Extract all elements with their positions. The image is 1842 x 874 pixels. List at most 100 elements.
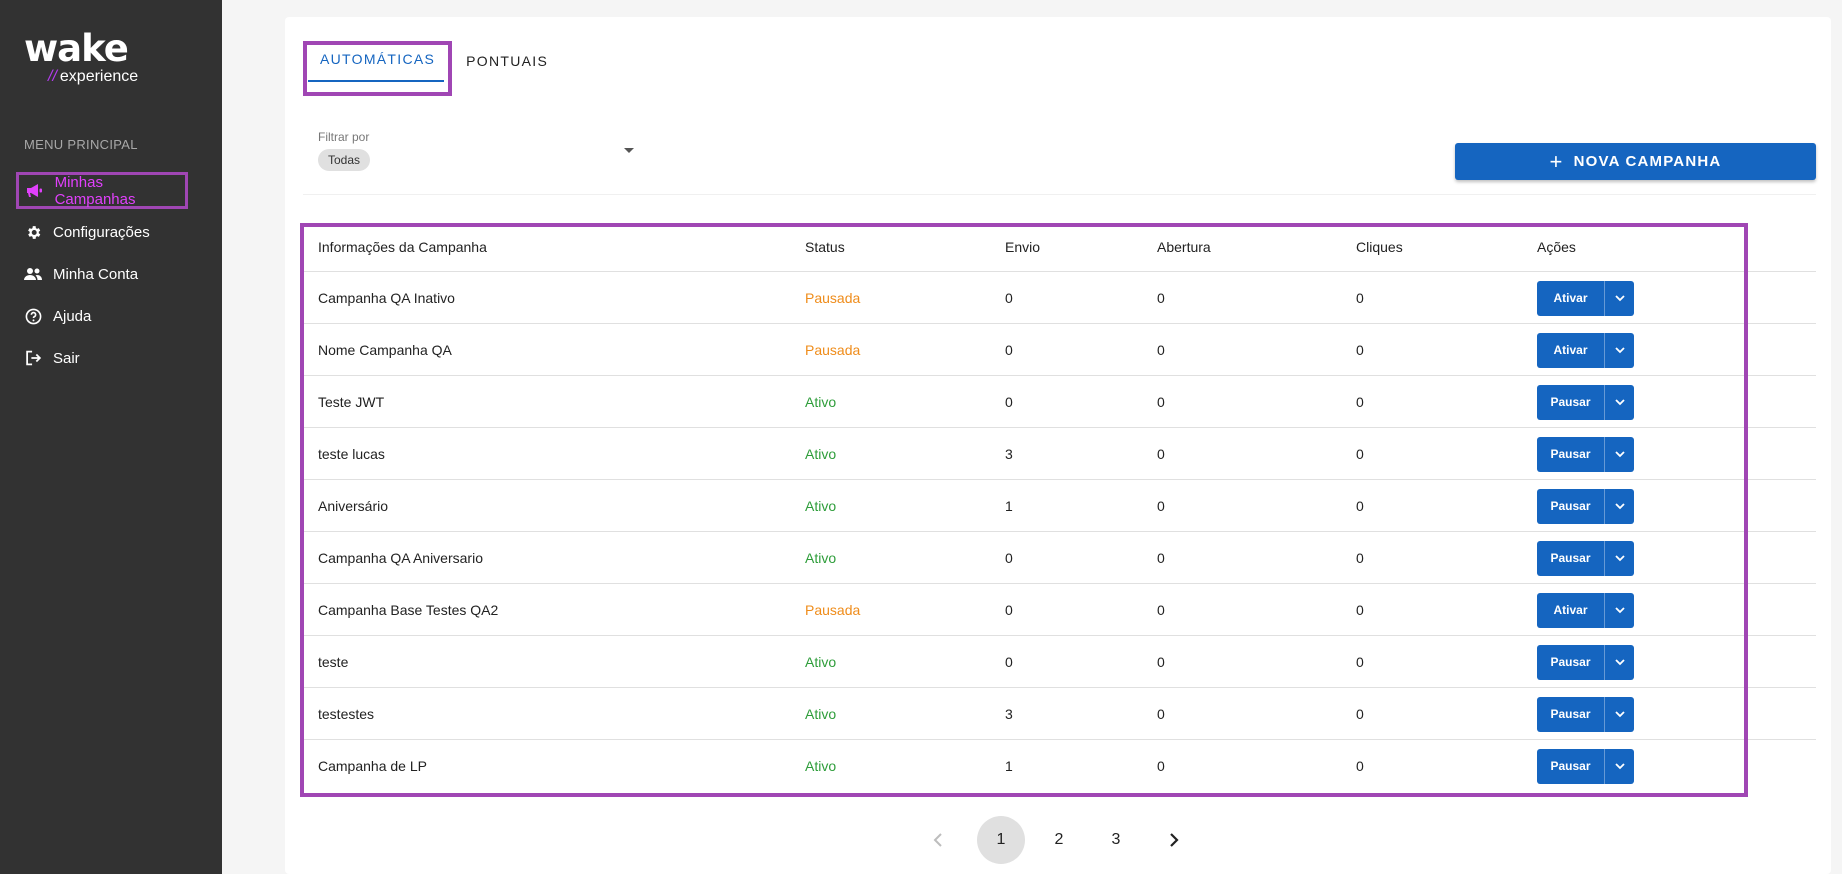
status-text: Ativo [805,758,837,774]
actions-dropdown-button[interactable] [1604,332,1634,368]
chevron-right-icon [1170,833,1179,847]
actions-dropdown-button[interactable] [1604,644,1634,680]
action-label: Pausar [1550,551,1591,565]
actions-dropdown-button[interactable] [1604,488,1634,524]
actions-dropdown-button[interactable] [1604,696,1634,732]
help-circle-icon [24,307,42,325]
envio-value: 0 [1005,550,1013,566]
sidebar-item-label: Sair [53,349,80,367]
sidebar-item-ajuda[interactable]: Ajuda [16,297,216,335]
new-campaign-button[interactable]: + NOVA CAMPANHA [1455,143,1816,180]
chevron-down-icon [1614,346,1625,353]
table-row: Campanha QA Inativo Pausada 0 0 0 Ativar [318,272,1798,324]
action-label: Pausar [1550,447,1591,461]
actions-cell: Pausar [1537,488,1737,524]
actions-cell: Ativar [1537,592,1737,628]
campaign-name: teste lucas [318,446,385,462]
campaign-name: Nome Campanha QA [318,342,452,358]
divider [303,194,1816,195]
chevron-down-icon [1614,294,1625,301]
toggle-campaign-button[interactable]: Ativar [1537,332,1634,368]
table-header: Informações da Campanha Status Envio Abe… [318,235,1798,259]
chevron-down-icon[interactable] [624,148,634,153]
sidebar-item-label: Minha Conta [53,265,139,283]
page-button-2[interactable]: 2 [1035,816,1083,864]
toggle-campaign-button[interactable]: Pausar [1537,696,1634,732]
toggle-campaign-button[interactable]: Pausar [1537,384,1634,420]
table-row: Teste JWT Ativo 0 0 0 Pausar [318,376,1798,428]
page-button-1[interactable]: 1 [977,816,1025,864]
abertura-value: 0 [1157,654,1165,670]
table-row: Aniversário Ativo 1 0 0 Pausar [318,480,1798,532]
envio-value: 3 [1005,446,1013,462]
campaign-tabs: AUTOMÁTICAS PONTUAIS [303,41,562,96]
chevron-down-icon [1614,554,1625,561]
campaign-name: Campanha QA Aniversario [318,550,483,566]
envio-value: 0 [1005,602,1013,618]
tab-pontuais[interactable]: PONTUAIS [452,43,562,91]
actions-cell: Pausar [1537,540,1737,576]
abertura-value: 0 [1157,342,1165,358]
abertura-value: 0 [1157,394,1165,410]
actions-cell: Pausar [1537,436,1737,472]
actions-cell: Ativar [1537,332,1737,368]
toggle-campaign-button[interactable]: Pausar [1537,748,1634,784]
tab-automaticas[interactable]: AUTOMÁTICAS [303,41,453,96]
tab-active-indicator [308,80,445,82]
cliques-value: 0 [1356,706,1364,722]
status-text: Ativo [805,550,837,566]
prev-page-button[interactable] [914,816,962,864]
toggle-campaign-button[interactable]: Ativar [1537,592,1634,628]
toggle-campaign-button[interactable]: Pausar [1537,644,1634,680]
actions-dropdown-button[interactable] [1604,748,1634,784]
action-label: Pausar [1550,499,1591,513]
actions-dropdown-button[interactable] [1604,592,1634,628]
status-text: Pausada [805,602,861,618]
cliques-value: 0 [1356,758,1364,774]
toggle-campaign-button[interactable]: Ativar [1537,280,1634,316]
action-label: Ativar [1553,343,1588,357]
logo-subtitle-text: experience [59,68,139,85]
sidebar-item-configuracoes[interactable]: Configurações [16,213,216,251]
users-icon [24,265,42,283]
table-row: teste Ativo 0 0 0 Pausar [318,636,1798,688]
pagination: 1 2 3 [285,816,1831,864]
table-row: Campanha QA Aniversario Ativo 0 0 0 Pausar [318,532,1798,584]
table-row: testestes Ativo 3 0 0 Pausar [318,688,1798,740]
page-button-3[interactable]: 3 [1092,816,1140,864]
status-text: Ativo [805,654,837,670]
next-page-button[interactable] [1150,816,1198,864]
toggle-campaign-button[interactable]: Pausar [1537,436,1634,472]
actions-dropdown-button[interactable] [1604,540,1634,576]
chevron-left-icon [933,833,942,847]
cliques-value: 0 [1356,654,1364,670]
toggle-campaign-button[interactable]: Pausar [1537,488,1634,524]
status-text: Ativo [805,706,837,722]
wake-logo: wake //experience [24,30,154,86]
envio-value: 0 [1005,342,1013,358]
campaign-name: testestes [318,706,375,722]
actions-dropdown-button[interactable] [1604,280,1634,316]
action-label: Pausar [1550,707,1591,721]
tab-label: AUTOMÁTICAS [320,51,436,67]
cliques-value: 0 [1356,550,1364,566]
sidebar-item-minha-conta[interactable]: Minha Conta [16,255,216,293]
toggle-campaign-button[interactable]: Pausar [1537,540,1634,576]
sidebar: wake //experience MENU PRINCIPAL Minhas … [0,0,222,874]
sidebar-item-sair[interactable]: Sair [16,339,216,377]
actions-dropdown-button[interactable] [1604,384,1634,420]
filter-select[interactable]: Filtrar por Todas [318,130,648,171]
cliques-value: 0 [1356,446,1364,462]
chevron-down-icon [1614,606,1625,613]
cliques-value: 0 [1356,342,1364,358]
actions-cell: Ativar [1537,280,1737,316]
action-label: Ativar [1553,291,1588,305]
logo-wordmark: wake [24,27,129,70]
header-abertura: Abertura [1157,239,1211,255]
actions-dropdown-button[interactable] [1604,436,1634,472]
chevron-down-icon [1614,658,1625,665]
filter-chip[interactable]: Todas [318,149,371,171]
new-campaign-label: NOVA CAMPANHA [1573,153,1722,170]
cliques-value: 0 [1356,290,1364,306]
sidebar-item-minhas-campanhas[interactable]: Minhas Campanhas [16,172,188,209]
